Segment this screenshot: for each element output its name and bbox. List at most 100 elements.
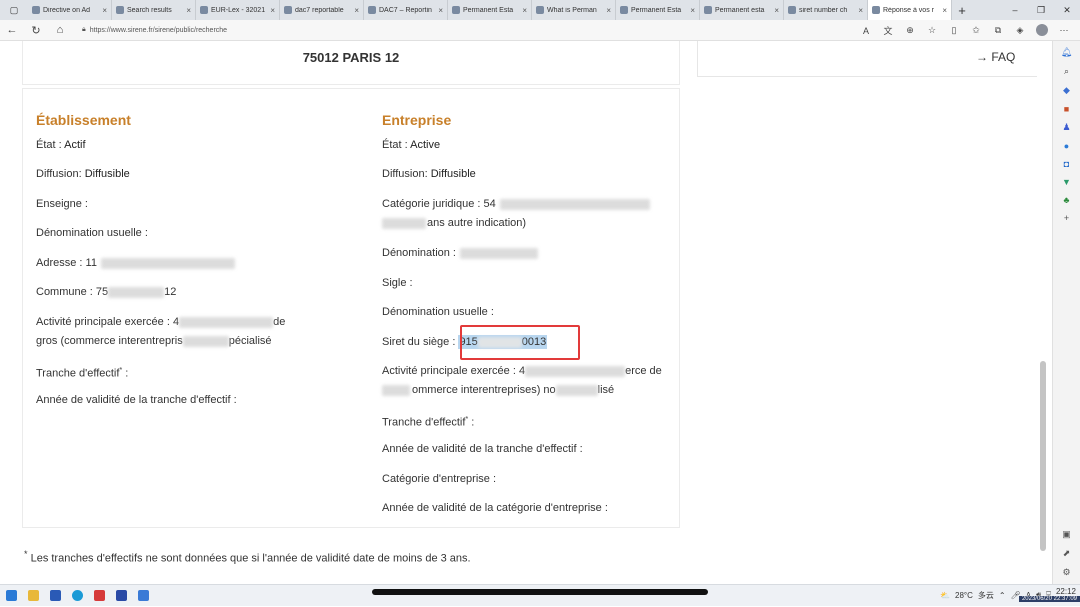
file-explorer-icon[interactable]: [22, 585, 44, 607]
home-icon[interactable]: ⌂: [48, 20, 72, 41]
field-value: ommerce interentreprises) no: [412, 384, 556, 396]
circle-app-icon[interactable]: ●: [1059, 141, 1075, 151]
field-label: :: [122, 367, 129, 380]
redacted-value: [555, 384, 598, 396]
more-menu-icon[interactable]: ⋯: [1054, 25, 1074, 36]
collections-icon[interactable]: ⧉: [988, 25, 1008, 36]
address-card: 75012 PARIS 12: [22, 41, 680, 85]
windows-start-icon[interactable]: [0, 585, 22, 607]
bell-icon[interactable]: 🔔︎: [1059, 47, 1075, 58]
activite-field-line2: gros (commerce interentrepris pécialisé: [36, 334, 272, 348]
outlook-icon[interactable]: ◘: [1059, 159, 1075, 169]
url-field[interactable]: 🔒︎ https://www.sirene.fr/sirene/public/r…: [82, 26, 227, 34]
close-window-icon[interactable]: ✕: [1054, 0, 1080, 20]
annee-validite-field: Année de validité de la tranche d'effect…: [36, 394, 237, 406]
etablissement-heading: Établissement: [36, 112, 131, 128]
note-app-icon[interactable]: [132, 585, 154, 607]
page-favicon-icon: [200, 6, 208, 14]
page-favicon-icon: [872, 6, 880, 14]
close-tab-icon[interactable]: ×: [606, 6, 611, 15]
redacted-value: [499, 198, 650, 210]
external-link-icon[interactable]: ⬈: [1059, 548, 1075, 559]
briefcase-icon[interactable]: ■: [1059, 104, 1075, 114]
footnote-marker: *: [24, 549, 28, 559]
browser-tab[interactable]: Permanent esta ×: [700, 0, 784, 20]
search-icon[interactable]: ⌕: [1059, 66, 1075, 77]
drop-icon[interactable]: ▼: [1059, 177, 1075, 187]
photos-icon[interactable]: [44, 585, 66, 607]
tag-icon[interactable]: ◆: [1059, 85, 1075, 96]
field-label: État :: [382, 139, 408, 151]
browser-tab[interactable]: EUR-Lex - 32021 ×: [196, 0, 280, 20]
page-scrollbar[interactable]: [1040, 45, 1046, 577]
field-label: Activité principale exercée : 4: [36, 316, 180, 328]
refresh-icon[interactable]: ↻: [24, 20, 48, 41]
chevron-up-icon[interactable]: ⌃: [999, 591, 1006, 600]
settings-gear-icon[interactable]: ⚙: [1059, 567, 1075, 578]
browser-tab-active[interactable]: Réponse à vos r ×: [868, 0, 952, 20]
close-tab-icon[interactable]: ×: [774, 6, 779, 15]
browser-tab[interactable]: DAC7 – Reportin ×: [364, 0, 448, 20]
close-tab-icon[interactable]: ×: [186, 6, 191, 15]
weather-temp: 28°C: [955, 590, 973, 600]
screen-icon[interactable]: ▣: [1059, 529, 1075, 540]
sigle-field: Sigle :: [382, 277, 413, 289]
back-arrow-icon[interactable]: ←: [0, 20, 24, 41]
url-text: https://www.sirene.fr/sirene/public/rech…: [89, 26, 228, 34]
tab-actions-icon[interactable]: ▢: [0, 0, 28, 20]
scrollbar-thumb[interactable]: [1040, 361, 1046, 551]
page-favicon-icon: [32, 6, 40, 14]
wps-office-icon[interactable]: [88, 585, 110, 607]
browser-tab[interactable]: What is Perman ×: [532, 0, 616, 20]
redacted-value: [382, 384, 410, 396]
footnote: * Les tranches d'effectifs ne sont donné…: [24, 549, 471, 565]
translate-icon[interactable]: 文: [878, 24, 898, 37]
browser-tab[interactable]: siret number ch ×: [784, 0, 868, 20]
document-app-icon[interactable]: [110, 585, 132, 607]
field-label: Activité principale exercée : 4: [382, 365, 526, 377]
edge-browser-icon[interactable]: [66, 585, 88, 607]
activite-field-line2: ommerce interentreprises) no lisé: [382, 383, 614, 397]
field-label: Siret du siège :: [382, 336, 456, 348]
faq-link[interactable]: → FAQ: [976, 50, 1015, 64]
field-label: Tranche d'effectif: [382, 416, 466, 429]
profile-avatar[interactable]: [1032, 23, 1052, 38]
browser-sidebar: 🔔︎ ⌕ ◆ ■ ♟ ● ◘ ▼ ♣ + ▣ ⬈ ⚙: [1052, 41, 1080, 584]
activite-field: Activité principale exercée : 4 de: [36, 315, 285, 329]
video-progress-bar[interactable]: [372, 589, 708, 595]
browser-tab[interactable]: Permanent Esta ×: [448, 0, 532, 20]
zoom-icon[interactable]: ⊕: [900, 25, 920, 36]
close-tab-icon[interactable]: ×: [270, 6, 275, 15]
redacted-value: [382, 217, 426, 229]
new-tab-icon[interactable]: +: [952, 3, 972, 18]
browser-tab[interactable]: Search results ×: [112, 0, 196, 20]
field-value: pécialisé: [228, 335, 272, 347]
field-value: de: [273, 316, 286, 328]
add-sidebar-icon[interactable]: +: [1059, 213, 1075, 223]
read-aloud-icon[interactable]: A: [856, 26, 876, 36]
close-tab-icon[interactable]: ×: [522, 6, 527, 15]
close-tab-icon[interactable]: ×: [942, 6, 947, 15]
favorite-star-icon[interactable]: ☆: [922, 25, 942, 36]
browser-tab[interactable]: Directive on Ad ×: [28, 0, 112, 20]
favorites-icon[interactable]: ✩: [966, 25, 986, 36]
extensions-icon[interactable]: ◈: [1010, 25, 1030, 36]
close-tab-icon[interactable]: ×: [858, 6, 863, 15]
close-tab-icon[interactable]: ×: [438, 6, 443, 15]
maximize-icon[interactable]: ❐: [1028, 0, 1054, 20]
browser-tab[interactable]: dac7 reportable ×: [280, 0, 364, 20]
tree-icon[interactable]: ♣: [1059, 195, 1075, 205]
clock[interactable]: 22:12: [1056, 587, 1076, 596]
taskbar: [0, 584, 1080, 606]
minimize-icon[interactable]: –: [1002, 0, 1028, 20]
split-screen-icon[interactable]: ▯: [944, 25, 964, 36]
footnote-text: Les tranches d'effectifs ne sont données…: [30, 552, 471, 565]
browser-tab[interactable]: Permanent Esta ×: [616, 0, 700, 20]
close-tab-icon[interactable]: ×: [354, 6, 359, 15]
chess-icon[interactable]: ♟: [1059, 122, 1075, 133]
close-tab-icon[interactable]: ×: [102, 6, 107, 15]
page-favicon-icon: [536, 6, 544, 14]
close-tab-icon[interactable]: ×: [690, 6, 695, 15]
tab-strip: ▢ Directive on Ad × Search results × EUR-L…: [0, 0, 1080, 20]
page-favicon-icon: [788, 6, 796, 14]
